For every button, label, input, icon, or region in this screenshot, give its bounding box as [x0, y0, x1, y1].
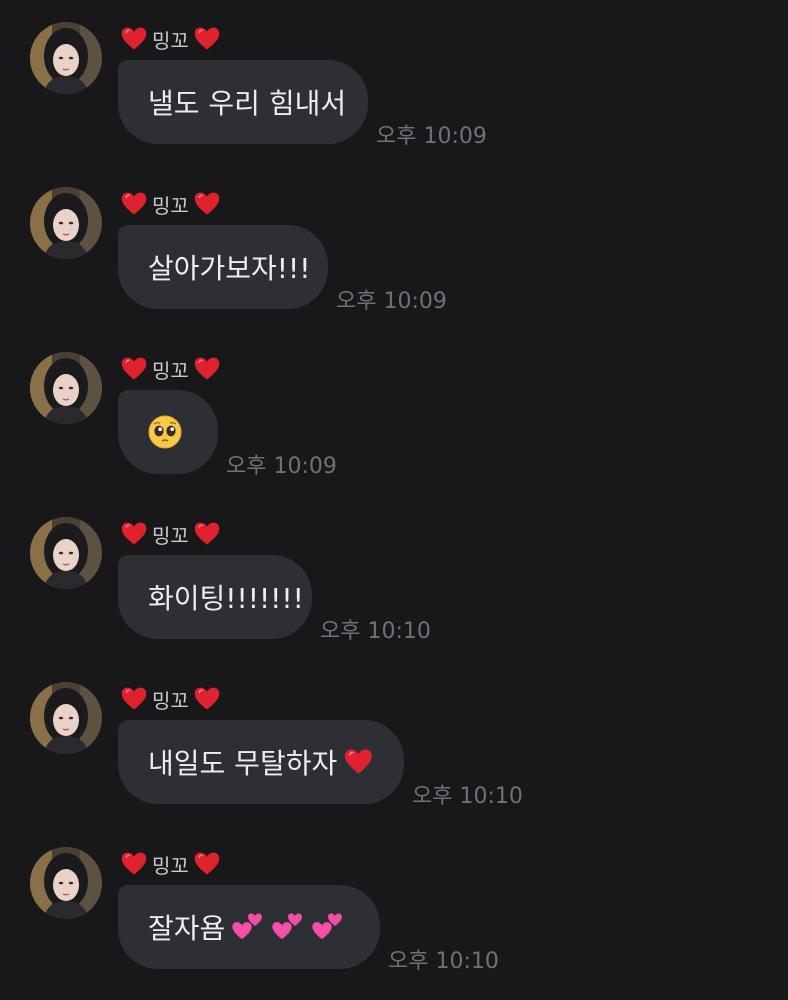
message-bubble[interactable]: 화이팅!!!!!!!: [118, 555, 312, 639]
avatar-photo-icon: [30, 847, 102, 919]
red-heart-icon: [120, 355, 148, 383]
sender-name-label: 밍꼬: [152, 523, 189, 548]
message-bubble[interactable]: 낼도 우리 힘내서: [118, 60, 368, 144]
message-time: 오후 10:09: [226, 454, 337, 479]
sender-avatar[interactable]: [30, 847, 102, 919]
sender-name-label: 밍꼬: [152, 853, 189, 878]
message-row: 밍꼬 살아가보자!!! 오후 10:09: [0, 187, 788, 337]
sender-name-label: 밍꼬: [152, 28, 189, 53]
two-hearts-icon: [232, 913, 263, 940]
message-row: 밍꼬 낼도 우리 힘내서 오후 10:09: [0, 22, 788, 172]
message-time: 오후 10:10: [388, 949, 499, 974]
red-heart-icon: [120, 850, 148, 878]
red-heart-icon: [120, 520, 148, 548]
red-heart-icon: [343, 745, 374, 779]
message-time: 오후 10:10: [412, 784, 523, 809]
sender-name[interactable]: 밍꼬: [120, 849, 221, 879]
red-heart-icon: [193, 685, 221, 713]
message-text: 내일도 무탈하자: [148, 747, 338, 780]
red-heart-icon: [120, 25, 148, 53]
two-hearts-icon: [312, 913, 343, 940]
message-text: 살아가보자!!!: [148, 252, 311, 285]
sender-name[interactable]: 밍꼬: [120, 354, 221, 384]
sender-name[interactable]: 밍꼬: [120, 189, 221, 219]
message-bubble[interactable]: 내일도 무탈하자: [118, 720, 404, 804]
avatar-photo-icon: [30, 22, 102, 94]
red-heart-icon: [193, 850, 221, 878]
message-bubble[interactable]: [118, 390, 218, 474]
sender-name[interactable]: 밍꼬: [120, 684, 221, 714]
message-row: 밍꼬 오후 10:09: [0, 352, 788, 502]
red-heart-icon: [193, 25, 221, 53]
avatar-photo-icon: [30, 682, 102, 754]
message-bubble[interactable]: 살아가보자!!!: [118, 225, 328, 309]
sender-name-label: 밍꼬: [152, 688, 189, 713]
sender-avatar[interactable]: [30, 682, 102, 754]
sender-avatar[interactable]: [30, 187, 102, 259]
avatar-photo-icon: [30, 187, 102, 259]
red-heart-icon: [193, 520, 221, 548]
sender-avatar[interactable]: [30, 517, 102, 589]
message-text: 화이팅!!!!!!!: [148, 582, 304, 615]
sender-name[interactable]: 밍꼬: [120, 24, 221, 54]
red-heart-icon: [193, 190, 221, 218]
red-heart-icon: [193, 355, 221, 383]
avatar-photo-icon: [30, 352, 102, 424]
message-row: 밍꼬 화이팅!!!!!!! 오후 10:10: [0, 517, 788, 667]
message-text: 잘자욤: [148, 912, 226, 945]
sender-avatar[interactable]: [30, 22, 102, 94]
message-time: 오후 10:10: [320, 619, 431, 644]
message-bubble[interactable]: 잘자욤: [118, 885, 380, 969]
message-time: 오후 10:09: [376, 124, 487, 149]
message-text: 낼도 우리 힘내서: [148, 87, 347, 120]
chat-conversation: 밍꼬 낼도 우리 힘내서 오후 10:09 밍꼬 살아가보자!!! 오후 10:…: [0, 0, 788, 1000]
message-row: 밍꼬 잘자욤 오후 10:10: [0, 847, 788, 997]
red-heart-icon: [120, 685, 148, 713]
sender-name-label: 밍꼬: [152, 193, 189, 218]
pleading-face-icon: [148, 415, 182, 449]
sender-name[interactable]: 밍꼬: [120, 519, 221, 549]
message-time: 오후 10:09: [336, 289, 447, 314]
red-heart-icon: [120, 190, 148, 218]
message-row: 밍꼬 내일도 무탈하자 오후 10:10: [0, 682, 788, 832]
sender-avatar[interactable]: [30, 352, 102, 424]
avatar-photo-icon: [30, 517, 102, 589]
two-hearts-icon: [272, 913, 303, 940]
sender-name-label: 밍꼬: [152, 358, 189, 383]
